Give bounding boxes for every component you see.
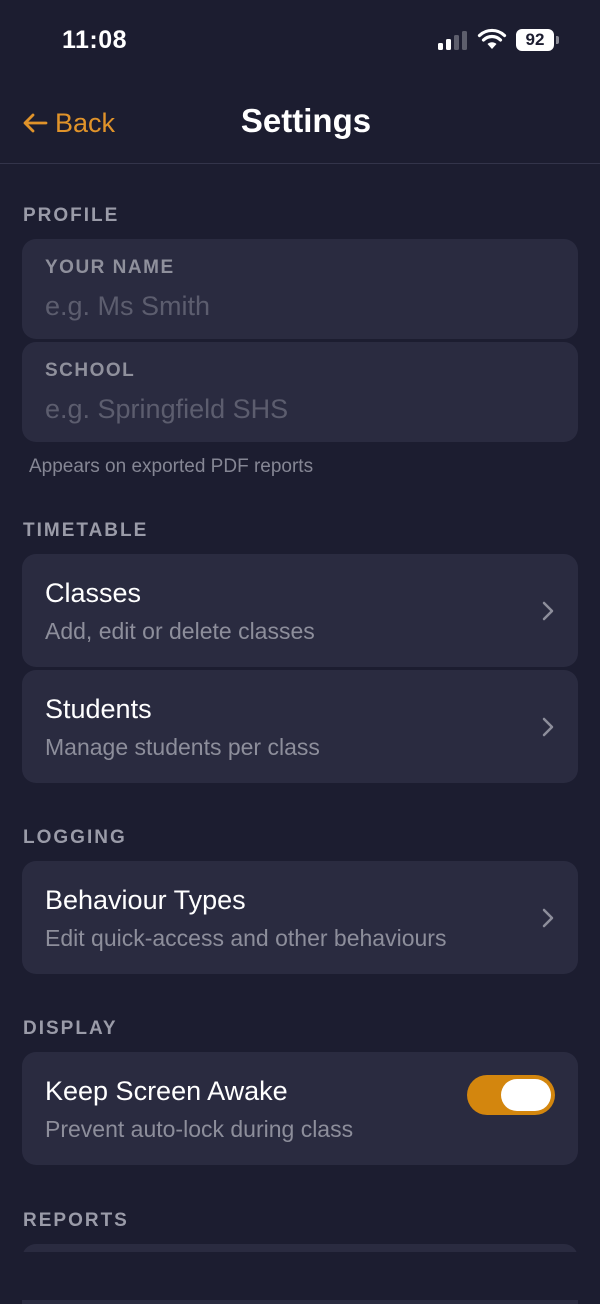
school-input[interactable] xyxy=(45,392,545,426)
row-title-students: Students xyxy=(45,694,152,724)
profile-footnote: Appears on exported PDF reports xyxy=(29,456,314,477)
row-title-behaviour-types: Behaviour Types xyxy=(45,885,246,915)
battery-level: 92 xyxy=(516,29,554,51)
signal-icon xyxy=(438,31,470,50)
name-input[interactable] xyxy=(45,289,545,323)
row-subtitle-classes: Add, edit or delete classes xyxy=(45,618,315,644)
back-label: Back xyxy=(55,107,116,138)
settings-row-keep-screen-awake: Keep Screen Awake Prevent auto-lock duri… xyxy=(22,1052,578,1165)
keep-screen-awake-toggle[interactable] xyxy=(467,1075,555,1115)
name-field-card: YOUR NAME xyxy=(22,239,578,339)
chevron-right-icon xyxy=(542,717,554,736)
row-subtitle-behaviour-types: Edit quick-access and other behaviours xyxy=(45,925,447,951)
row-title-keep-screen-awake: Keep Screen Awake xyxy=(45,1076,288,1106)
wifi-icon xyxy=(477,28,507,49)
name-field-label: YOUR NAME xyxy=(45,257,175,278)
settings-row-behaviour-types[interactable]: Behaviour Types Edit quick-access and ot… xyxy=(22,861,578,974)
section-header-display: DISPLAY xyxy=(23,1018,118,1039)
navigation-bar: Settings Back xyxy=(0,80,600,164)
row-subtitle-keep-screen-awake: Prevent auto-lock during class xyxy=(45,1116,354,1142)
status-bar: 11:08 92 xyxy=(0,0,600,80)
back-arrow-icon xyxy=(23,113,48,133)
school-field-label: SCHOOL xyxy=(45,360,136,381)
school-field-card: SCHOOL xyxy=(22,342,578,442)
bottom-fade xyxy=(0,1252,600,1300)
section-header-logging: LOGGING xyxy=(23,827,127,848)
section-header-profile: PROFILE xyxy=(23,205,120,226)
status-time: 11:08 xyxy=(62,26,128,54)
row-title-classes: Classes xyxy=(45,578,142,608)
battery-icon: 92 xyxy=(516,29,560,51)
toggle-knob xyxy=(501,1079,551,1111)
row-subtitle-students: Manage students per class xyxy=(45,734,320,760)
section-header-timetable: TIMETABLE xyxy=(23,520,149,541)
settings-row-students[interactable]: Students Manage students per class xyxy=(22,670,578,783)
chevron-right-icon xyxy=(542,908,554,927)
chevron-right-icon xyxy=(542,601,554,620)
section-header-reports: REPORTS xyxy=(23,1210,129,1231)
back-button[interactable]: Back xyxy=(22,106,115,140)
settings-row-classes[interactable]: Classes Add, edit or delete classes xyxy=(22,554,578,667)
